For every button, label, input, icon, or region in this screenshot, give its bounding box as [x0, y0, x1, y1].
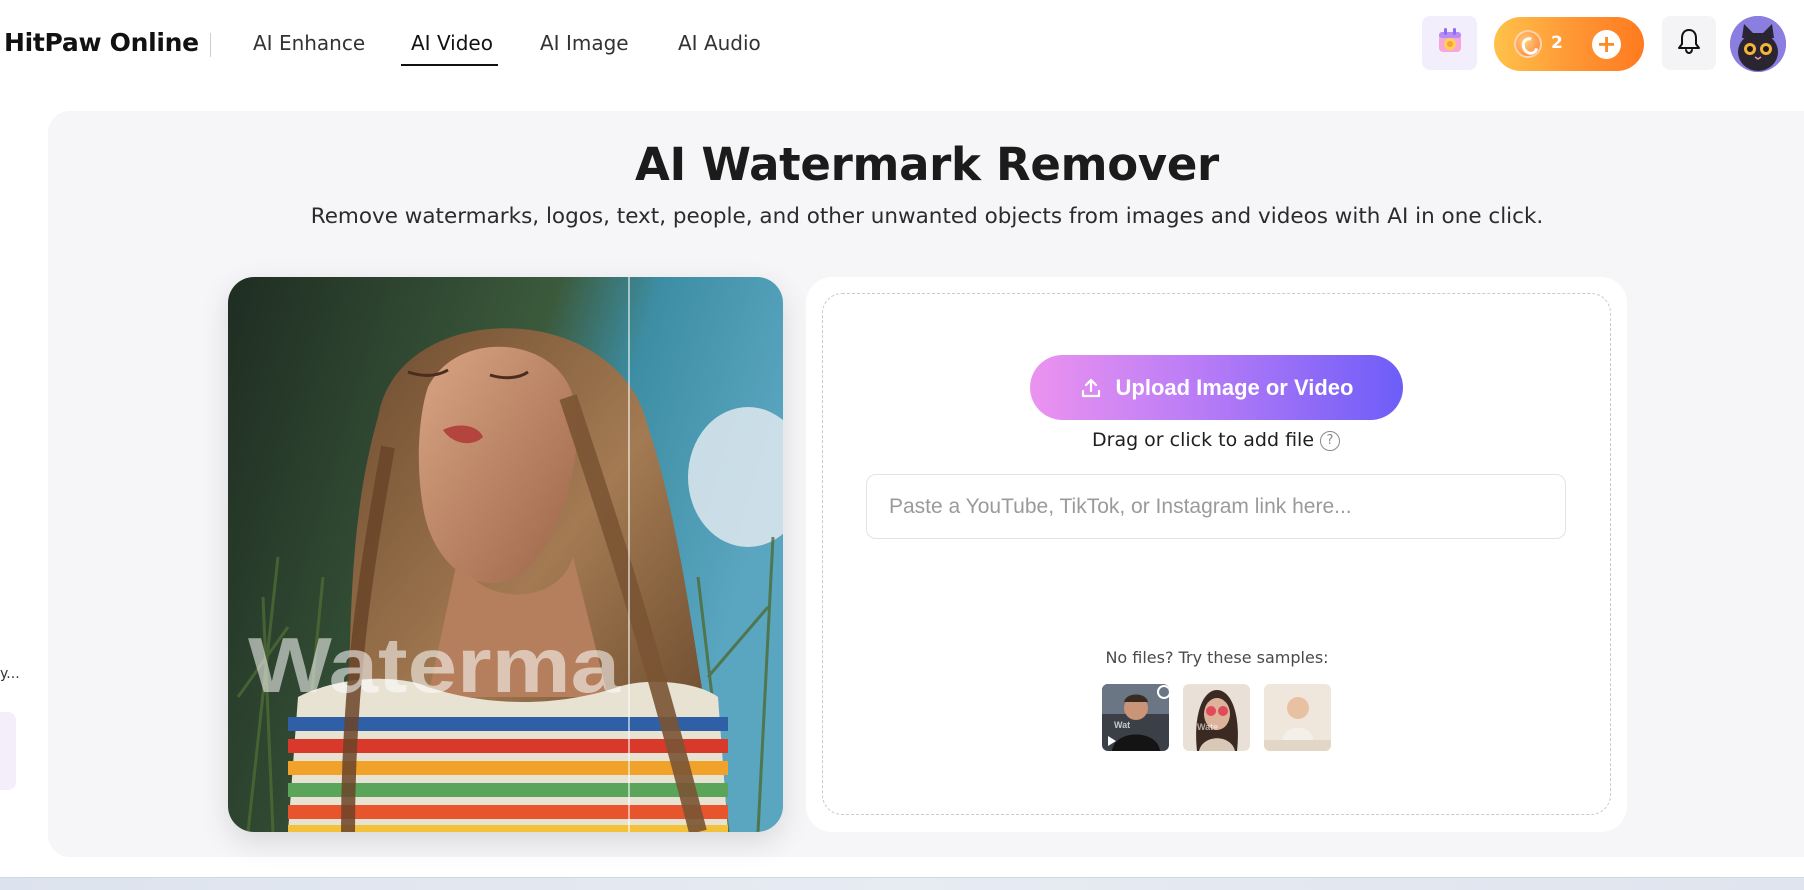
notifications-button[interactable]: [1662, 16, 1716, 70]
credits-button[interactable]: 2 +: [1494, 17, 1644, 71]
sample-image-thumbnail: Wate: [1183, 684, 1250, 751]
drag-hint-text: Drag or click to add file: [1092, 429, 1315, 451]
sidebar-collapsed-item[interactable]: [0, 712, 16, 790]
gift-calendar-icon: [1435, 26, 1465, 60]
upload-icon: [1080, 377, 1102, 399]
upload-image-or-video-button[interactable]: Upload Image or Video: [1030, 355, 1403, 420]
sample-image-baby[interactable]: [1264, 684, 1331, 751]
svg-text:Wate: Wate: [1197, 722, 1218, 732]
video-link-input[interactable]: [866, 474, 1566, 539]
bell-icon: [1676, 27, 1702, 59]
page-title: AI Watermark Remover: [635, 138, 1219, 191]
user-avatar[interactable]: [1730, 16, 1786, 72]
os-taskbar-edge: [0, 877, 1804, 890]
nav-active-indicator: [401, 64, 498, 66]
page-subtitle: Remove watermarks, logos, text, people, …: [310, 204, 1544, 229]
help-icon[interactable]: ?: [1320, 431, 1340, 451]
nav-ai-image[interactable]: AI Image: [540, 31, 629, 55]
credit-coin-icon: [1514, 30, 1542, 58]
sample-image-thumbnail: [1264, 684, 1331, 751]
credits-count: 2: [1551, 33, 1563, 53]
nav-ai-enhance[interactable]: AI Enhance: [253, 31, 365, 55]
add-credits-icon[interactable]: +: [1592, 30, 1621, 59]
sample-video-thumbnail: Wat: [1102, 684, 1169, 751]
nav-ai-video[interactable]: AI Video: [411, 31, 493, 55]
svg-text:Waterma: Waterma: [248, 627, 621, 707]
sidebar-truncated-text: y...: [0, 666, 20, 682]
upload-button-label: Upload Image or Video: [1115, 374, 1354, 400]
before-after-preview[interactable]: Waterma: [228, 277, 783, 832]
cat-avatar-icon: [1730, 16, 1786, 72]
gift-button[interactable]: [1422, 16, 1477, 70]
svg-text:Wat: Wat: [1114, 720, 1130, 730]
sample-image-woman-sunglasses[interactable]: Wate: [1183, 684, 1250, 751]
portrait-illustration: [228, 277, 783, 832]
sample-video-man[interactable]: Wat: [1102, 684, 1169, 751]
top-header: HitPaw Online AI Enhance AI Video AI Ima…: [0, 0, 1804, 88]
brand-divider: [210, 33, 211, 57]
nav-ai-audio[interactable]: AI Audio: [678, 31, 761, 55]
brand-logo[interactable]: HitPaw Online: [4, 28, 199, 57]
samples-label: No files? Try these samples:: [1105, 648, 1329, 667]
watermark-overlay: Waterma: [248, 627, 621, 707]
